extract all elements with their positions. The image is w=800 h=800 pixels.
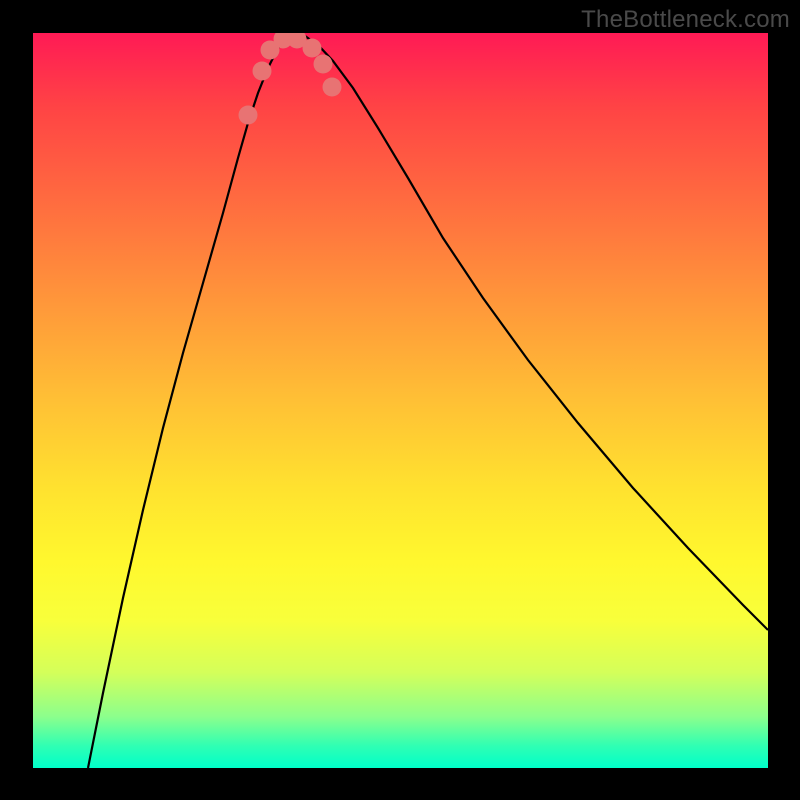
bottleneck-curve: [88, 36, 768, 768]
marker-dot: [253, 62, 272, 81]
marker-dots: [239, 33, 342, 125]
marker-dot: [314, 55, 333, 74]
watermark-text: TheBottleneck.com: [581, 6, 790, 34]
marker-dot: [303, 39, 322, 58]
plot-area: [33, 33, 768, 768]
marker-dot: [239, 106, 258, 125]
chart-frame: TheBottleneck.com: [0, 0, 800, 800]
chart-svg: [33, 33, 768, 768]
marker-dot: [323, 78, 342, 97]
